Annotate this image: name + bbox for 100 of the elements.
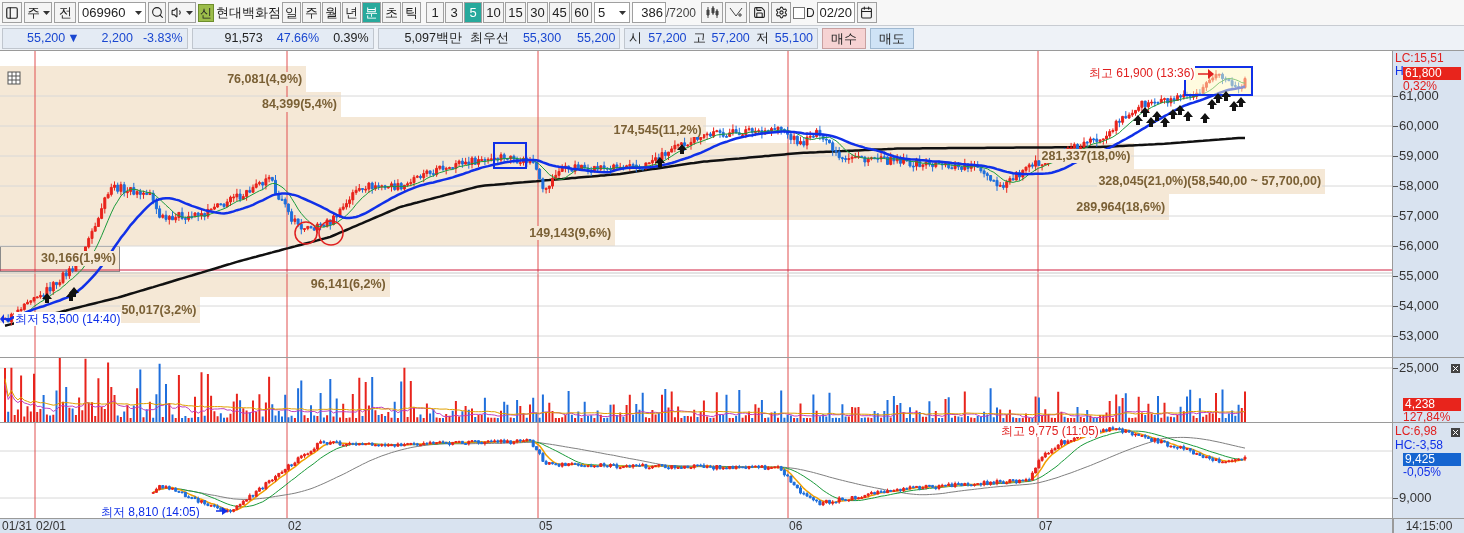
change-direction: ▼ — [67, 29, 80, 47]
period-tab[interactable]: 년 — [342, 2, 361, 23]
axis-tick-label: 60,000 — [1399, 119, 1439, 133]
sell-button[interactable]: 매도 — [870, 27, 915, 49]
price-value: 57,200 — [648, 29, 687, 47]
close-icon[interactable] — [1451, 428, 1460, 437]
period-tab[interactable]: 일 — [282, 2, 301, 23]
high-indicator-note: 최고 9,775 (11:05) — [1000, 425, 1100, 437]
bid-price: 55,200 — [577, 29, 616, 47]
date-axis-label: 05 — [539, 519, 553, 533]
price-value: 57,200 — [711, 29, 750, 47]
all-button[interactable]: 전 — [54, 2, 76, 23]
low-price-note: 최저 53,500 (14:40) — [14, 312, 122, 326]
change-rate: -3.83% — [142, 29, 183, 47]
interval-tab[interactable]: 3 — [445, 2, 463, 23]
interval-tab[interactable]: 30 — [527, 2, 548, 23]
best-quote-label: 최우선 — [469, 29, 509, 47]
speaker-icon — [171, 6, 184, 19]
current-volume-tag: 4,238 — [1403, 398, 1461, 411]
count-field[interactable]: 386 — [632, 2, 666, 23]
date-checkbox[interactable] — [793, 6, 806, 19]
period-tab[interactable]: 주 — [302, 2, 321, 23]
interval-tab[interactable]: 15 — [505, 2, 526, 23]
hc-label: H — [1395, 65, 1404, 77]
pointer-arrow-icon — [215, 507, 228, 515]
pointer-arrow-icon — [1197, 69, 1214, 79]
axis-tick-label: 25,000 — [1399, 361, 1439, 375]
date-axis-label: 02/01 — [36, 519, 67, 533]
stock-name: 현대백화점 — [216, 3, 280, 22]
up-arrow-icon — [42, 293, 52, 303]
change-rate-label: 0,32% — [1403, 80, 1438, 92]
interval-tab[interactable]: 10 — [483, 2, 504, 23]
price-change: 2,200 — [101, 29, 133, 47]
interval-tab[interactable]: 45 — [549, 2, 570, 23]
value-rate-label: -0,05% — [1403, 466, 1442, 478]
interval-tab[interactable]: 60 — [571, 2, 592, 23]
settings-button[interactable] — [771, 2, 792, 23]
hc-label: HC:-3,58 — [1395, 439, 1444, 451]
trade-amount: 5,097백만 — [404, 29, 462, 47]
current-time-label: 14:15:00 — [1405, 520, 1453, 532]
date-field[interactable]: 02/20 — [816, 2, 855, 23]
credit-badge: 신 — [198, 3, 214, 22]
save-icon — [752, 6, 766, 19]
settings-icon — [774, 6, 788, 19]
volume-ratio: 47.66% — [276, 29, 320, 47]
checkbox-label: D — [806, 4, 815, 22]
market-select[interactable]: 주 — [24, 2, 52, 23]
lc-label: LC:15,51 — [1395, 52, 1444, 64]
volume-profile-label: 328,045(21,0%)(58,540,00 ~ 57,700,00) — [1097, 174, 1323, 189]
volume-profile-label: 289,964(18,6%) — [1075, 200, 1167, 215]
low-indicator-note: 최저 8,810 (14:05) — [100, 506, 201, 518]
volume-profile-label: 96,141(6,2%) — [309, 277, 387, 292]
grid-icon[interactable] — [7, 71, 21, 85]
date-axis-label: 07 — [1039, 519, 1053, 533]
pointer-arrow-icon — [0, 314, 13, 324]
caret-icon — [135, 10, 142, 15]
price-label: 저 — [755, 29, 769, 47]
marker-circle — [294, 221, 318, 245]
caret-icon — [186, 10, 193, 15]
period-tab[interactable]: 틱 — [402, 2, 421, 23]
interval-tab[interactable]: 1 — [426, 2, 444, 23]
interval-select[interactable]: 5 — [594, 2, 630, 23]
trend-line-button[interactable] — [725, 2, 748, 23]
date-axis-label: 06 — [789, 519, 803, 533]
period-tab[interactable]: 초 — [382, 2, 401, 23]
date-axis-label: 01/31 — [2, 519, 33, 533]
caret-icon — [619, 10, 626, 15]
high-price-note: 최고 61,900 (13:36) — [1088, 66, 1196, 80]
stock-code-field[interactable]: 069960 — [78, 2, 146, 23]
period-tab[interactable]: 월 — [322, 2, 341, 23]
axis-tick-label: 53,000 — [1399, 329, 1439, 343]
close-icon[interactable] — [1451, 364, 1460, 373]
save-button[interactable] — [749, 2, 770, 23]
price-label: 고 — [692, 29, 706, 47]
candlestick-icon — [705, 6, 720, 19]
panel-icon — [5, 5, 19, 20]
candlestick-chart-button[interactable] — [701, 2, 724, 23]
current-price-tag: 61,800 — [1403, 67, 1461, 80]
count-total: /7200 — [666, 4, 697, 22]
sound-button[interactable] — [168, 2, 196, 23]
search-icon — [150, 6, 164, 19]
caret-icon — [42, 10, 50, 15]
volume-rate-label: 127,84% — [1403, 411, 1451, 423]
volume-profile-label: 84,399(5,4%) — [260, 97, 339, 112]
ask-price: 55,300 — [522, 29, 562, 47]
up-arrow-icon — [677, 144, 687, 154]
calendar-button[interactable] — [856, 2, 877, 23]
axis-tick-label: 9,000 — [1399, 491, 1432, 505]
up-arrow-icon — [655, 157, 665, 167]
date-axis-label: 02 — [288, 519, 302, 533]
axis-tick-label: 58,000 — [1399, 179, 1439, 193]
search-button[interactable] — [148, 2, 166, 23]
lc-label: LC:6,98 — [1395, 425, 1438, 437]
line-tool-icon — [729, 6, 744, 19]
trade-volume: 91,573 — [224, 29, 263, 47]
buy-button[interactable]: 매수 — [822, 27, 867, 49]
panel-toggle-button[interactable] — [2, 2, 22, 23]
marker-circle — [318, 220, 344, 246]
turnover-rate: 0.39% — [333, 29, 369, 47]
axis-tick-label: 57,000 — [1399, 209, 1439, 223]
